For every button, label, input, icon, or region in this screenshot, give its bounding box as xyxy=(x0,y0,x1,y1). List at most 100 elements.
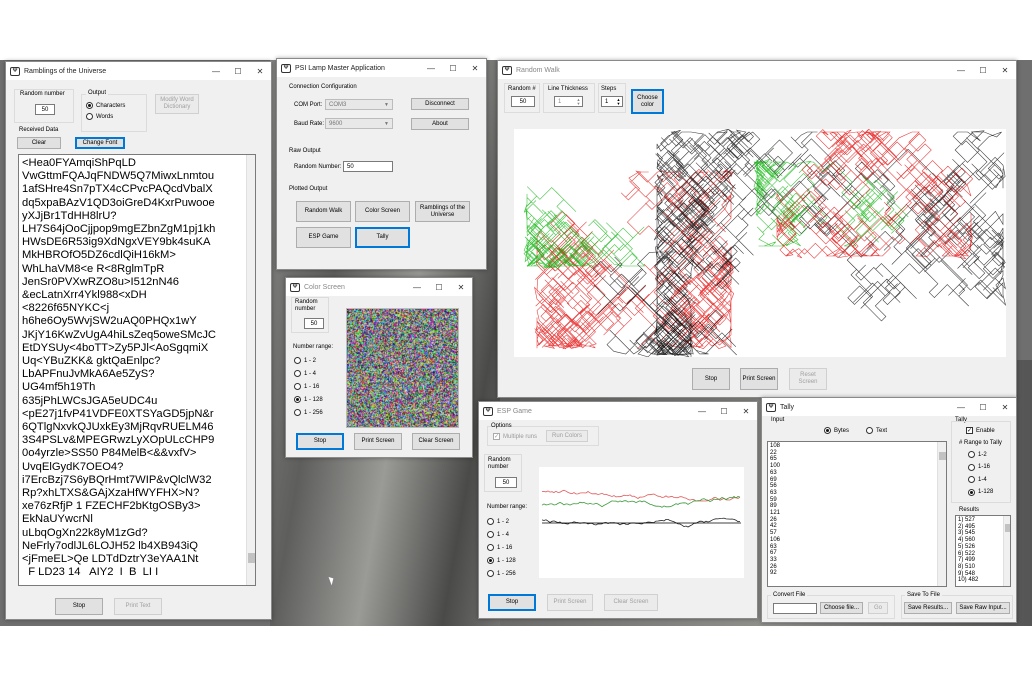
random-walk-window: Ψ Random Walk — ☐ ✕ Random # 50 Line Thick… xyxy=(497,60,1017,398)
range-radio-1-16[interactable]: 1 - 16 xyxy=(487,544,512,551)
choose-file-button[interactable]: Choose file... xyxy=(820,602,863,614)
thickness-stepper[interactable]: 1 ▲ ▼ xyxy=(554,96,583,107)
stop-button[interactable]: Stop xyxy=(55,598,103,615)
output-characters-radio[interactable]: Characters xyxy=(86,102,125,109)
random-walk-canvas[interactable] xyxy=(514,129,1006,357)
psi-titlebar[interactable]: Ψ PSI Lamp Master Application — ☐ ✕ xyxy=(277,59,486,77)
plotted-output-label: Plotted Output xyxy=(289,186,328,192)
minimize-icon[interactable]: — xyxy=(950,66,972,75)
enable-checkbox[interactable]: ✓ Enable xyxy=(966,427,995,434)
close-icon[interactable]: ✕ xyxy=(249,67,271,76)
output-words-radio[interactable]: Words xyxy=(86,113,113,120)
stop-button[interactable]: Stop xyxy=(296,433,344,450)
input-scrollbar[interactable] xyxy=(937,442,946,586)
esp-titlebar[interactable]: Ψ ESP Game — ☐ ✕ xyxy=(479,402,757,420)
clear-screen-button[interactable]: Clear Screen xyxy=(604,594,658,611)
close-icon[interactable]: ✕ xyxy=(994,66,1016,75)
range-radio-1-4[interactable]: 1-4 xyxy=(968,476,987,483)
minimize-icon[interactable]: — xyxy=(205,67,227,76)
baud-rate-select[interactable]: 9600 ▼ xyxy=(325,118,393,129)
minimize-icon[interactable]: — xyxy=(950,403,972,412)
maximize-icon[interactable]: ☐ xyxy=(442,64,464,73)
multiple-runs-checkbox[interactable]: ✓ Multiple runs xyxy=(493,433,537,440)
app-logo-icon: Ψ xyxy=(766,402,776,412)
input-list[interactable]: 108 22 65 100 63 69 56 63 59 89 121 26 4… xyxy=(767,441,947,587)
minimize-icon[interactable]: — xyxy=(420,64,442,73)
save-raw-input-button[interactable]: Save Raw Input... xyxy=(956,602,1010,614)
range-radio-1-128[interactable]: 1-128 xyxy=(968,488,993,496)
print-screen-button[interactable]: Print Screen xyxy=(354,433,402,450)
color-screen-titlebar[interactable]: Ψ Color Screen — ☐ ✕ xyxy=(286,278,472,296)
results-list[interactable]: 1) 527 2) 495 3) 545 4) 560 5) 526 6) 52… xyxy=(955,515,1011,587)
close-icon[interactable]: ✕ xyxy=(450,283,472,292)
print-text-button[interactable]: Print Text xyxy=(114,598,162,615)
app-logo-icon: Ψ xyxy=(502,65,512,75)
disconnect-button[interactable]: Disconnect xyxy=(411,98,469,110)
file-path-field[interactable] xyxy=(773,603,817,614)
range-radio-1-2[interactable]: 1 - 2 xyxy=(294,357,316,364)
ramblings-button[interactable]: Ramblings of the Universe xyxy=(415,201,470,222)
tally-button[interactable]: Tally xyxy=(355,227,410,248)
maximize-icon[interactable]: ☐ xyxy=(428,283,450,292)
change-font-button[interactable]: Change Font xyxy=(75,137,125,149)
range-radio-1-128[interactable]: 1 - 128 xyxy=(294,396,323,403)
results-label: Results xyxy=(959,507,980,513)
minimize-icon[interactable]: — xyxy=(691,407,713,416)
results-scrollbar[interactable] xyxy=(1003,516,1010,586)
save-results-button[interactable]: Save Results... xyxy=(904,602,952,614)
reset-screen-button[interactable]: Reset Screen xyxy=(789,368,827,390)
range-radio-1-2[interactable]: 1-2 xyxy=(968,451,987,458)
stop-button[interactable]: Stop xyxy=(488,594,536,611)
random-number-field[interactable]: 50 xyxy=(304,318,324,329)
tally-titlebar[interactable]: Ψ Tally — ☐ ✕ xyxy=(762,398,1016,416)
random-walk-titlebar[interactable]: Ψ Random Walk — ☐ ✕ xyxy=(498,61,1016,79)
range-radio-1-16[interactable]: 1-16 xyxy=(968,463,990,471)
text-radio[interactable]: Text xyxy=(866,427,887,434)
maximize-icon[interactable]: ☐ xyxy=(972,66,994,75)
received-data-scrollbar[interactable] xyxy=(246,155,255,585)
about-button[interactable]: About xyxy=(411,118,469,130)
chevron-down-icon: ▼ xyxy=(384,101,389,108)
close-icon[interactable]: ✕ xyxy=(464,64,486,73)
run-colors-button[interactable]: Run Colors xyxy=(546,430,588,442)
range-radio-1-256[interactable]: 1 - 256 xyxy=(294,409,323,416)
clear-button[interactable]: Clear xyxy=(17,137,61,149)
random-number-field[interactable]: 50 xyxy=(495,477,517,488)
input-values: 108 22 65 100 63 69 56 63 59 89 121 26 4… xyxy=(770,443,781,577)
modify-dictionary-button[interactable]: Modify Word Dictionary xyxy=(155,94,199,114)
range-radio-1-16[interactable]: 1 - 16 xyxy=(294,383,319,390)
go-button[interactable]: Go xyxy=(868,602,888,614)
ramblings-titlebar[interactable]: Ψ Ramblings of the Universe — ☐ ✕ xyxy=(6,62,271,80)
random-walk-plot xyxy=(523,129,1006,357)
print-screen-button[interactable]: Print Screen xyxy=(547,594,593,611)
color-screen-button[interactable]: Color Screen xyxy=(355,201,410,222)
steps-stepper[interactable]: 1 ▲ ▼ xyxy=(601,96,623,107)
bytes-radio[interactable]: Bytes xyxy=(824,427,849,434)
clear-screen-button[interactable]: Clear Screen xyxy=(412,433,460,450)
options-label: Options xyxy=(491,423,512,429)
random-field[interactable]: 50 xyxy=(511,96,535,107)
maximize-icon[interactable]: ☐ xyxy=(972,403,994,412)
output-label: Output xyxy=(86,90,109,96)
print-screen-button[interactable]: Print Screen xyxy=(740,368,778,390)
close-icon[interactable]: ✕ xyxy=(994,403,1016,412)
random-number-field[interactable]: 50 xyxy=(35,104,55,115)
choose-color-button[interactable]: Choose color xyxy=(631,89,664,114)
maximize-icon[interactable]: ☐ xyxy=(227,67,249,76)
com-port-select[interactable]: COM3 ▼ xyxy=(325,99,393,110)
window-title: Ramblings of the Universe xyxy=(24,67,107,75)
minimize-icon[interactable]: — xyxy=(406,283,428,292)
stop-button[interactable]: Stop xyxy=(692,368,730,390)
esp-game-button[interactable]: ESP Game xyxy=(296,227,351,248)
received-data-textbox[interactable]: <Hea0FYAmqiShPqLD VwGttmFQAJqFNDW5Q7Miwx… xyxy=(18,154,256,586)
close-icon[interactable]: ✕ xyxy=(735,407,757,416)
range-radio-1-4[interactable]: 1 - 4 xyxy=(294,370,316,377)
range-radio-1-4[interactable]: 1 - 4 xyxy=(487,531,509,538)
range-radio-1-256[interactable]: 1 - 256 xyxy=(487,570,516,577)
random-walk-button[interactable]: Random Walk xyxy=(296,201,351,222)
spin-arrows-icon: ▲ ▼ xyxy=(576,96,581,106)
maximize-icon[interactable]: ☐ xyxy=(713,407,735,416)
range-radio-1-2[interactable]: 1 - 2 xyxy=(487,518,509,525)
range-radio-1-128[interactable]: 1 - 128 xyxy=(487,557,516,564)
raw-output-label: Raw Output xyxy=(289,148,321,154)
